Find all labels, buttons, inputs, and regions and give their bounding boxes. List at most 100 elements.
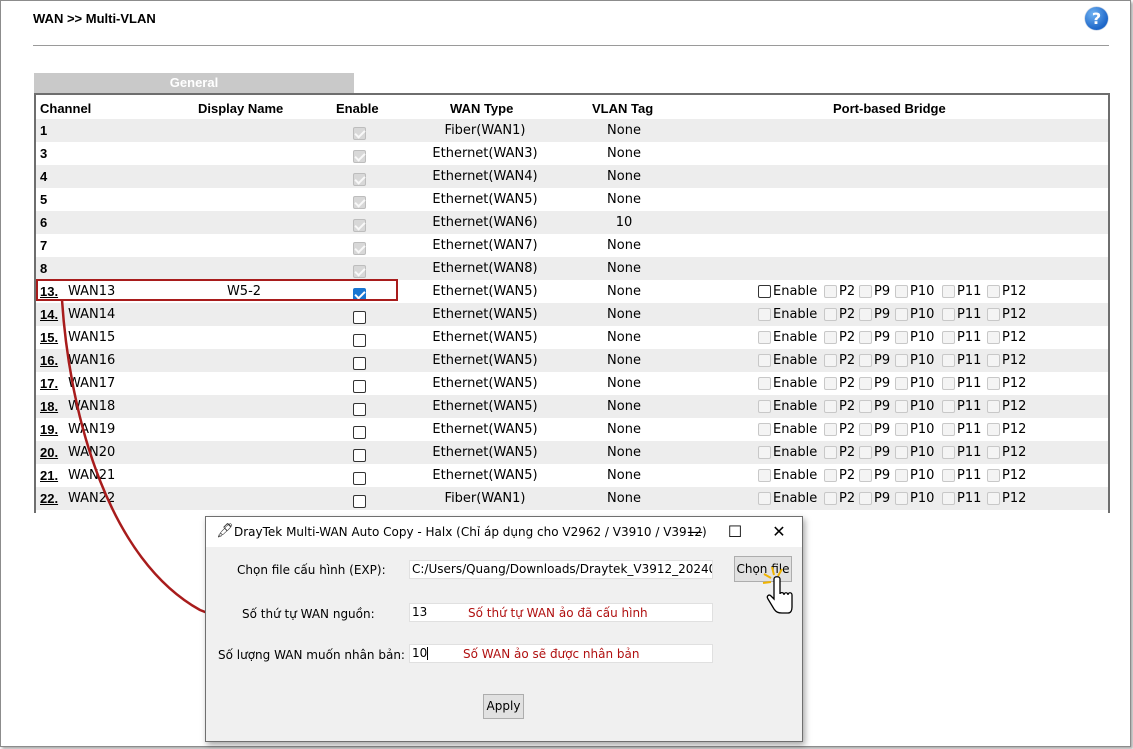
minimize-icon[interactable]: — — [680, 521, 710, 543]
vlan-tag-cell: None — [607, 146, 641, 161]
bridge-option-p12: P12 — [987, 446, 1026, 460]
apply-button[interactable]: Apply — [483, 694, 524, 719]
enable-checkbox[interactable] — [353, 311, 366, 324]
channel-cell[interactable]: 18. — [40, 395, 58, 418]
close-icon[interactable]: ✕ — [764, 521, 794, 543]
channel-cell[interactable]: 14. — [40, 303, 58, 326]
copy-count-value: 10 — [412, 646, 428, 660]
dialog-titlebar[interactable]: 🖋 DrayTek Multi-WAN Auto Copy - Halx (Ch… — [206, 517, 802, 547]
bridge-label: Enable — [773, 353, 818, 368]
channel-cell[interactable]: 19. — [40, 418, 58, 441]
channel-cell[interactable]: 16. — [40, 349, 58, 372]
bridge-checkbox-enable — [758, 331, 771, 344]
bridge-option-p9: P9 — [859, 331, 890, 345]
enable-checkbox[interactable] — [353, 495, 366, 508]
enable-cell — [353, 377, 367, 393]
copy-count-label: Số lượng WAN muốn nhân bản: — [218, 648, 405, 662]
display-name-cell — [224, 326, 264, 349]
bridge-option-p11: P11 — [942, 423, 981, 437]
bridge-checkbox-p12 — [987, 285, 1000, 298]
enable-checkbox[interactable] — [353, 449, 366, 462]
bridge-label: P10 — [910, 445, 935, 460]
wan-type-cell: Ethernet(WAN6) — [432, 215, 538, 230]
table-row: 6 Ethernet(WAN6) 10 — [36, 211, 1108, 234]
vlan-tag-cell: None — [607, 445, 641, 460]
bridge-label: Enable — [773, 468, 818, 483]
bridge-option-p9: P9 — [859, 492, 890, 506]
bridge-option-p10: P10 — [895, 469, 934, 483]
bridge-option-p9: P9 — [859, 469, 890, 483]
page-title: WAN >> Multi-VLAN — [33, 11, 156, 26]
wan-name-cell: WAN16 — [68, 353, 116, 368]
bridge-label: Enable — [773, 330, 818, 345]
wan-type-cell: Ethernet(WAN4) — [432, 169, 538, 184]
header-enable: Enable — [336, 101, 379, 116]
bridge-label: Enable — [773, 284, 818, 299]
channel-cell[interactable]: 15. — [40, 326, 58, 349]
bridge-option-enable: Enable — [758, 492, 817, 506]
display-name-cell — [224, 303, 264, 326]
bridge-option-p9: P9 — [859, 308, 890, 322]
bridge-option-p2: P2 — [824, 308, 855, 322]
bridge-option-p2: P2 — [824, 469, 855, 483]
bridge-checkbox-p2 — [824, 285, 837, 298]
enable-checkbox[interactable] — [353, 334, 366, 347]
bridge-checkbox-enable — [758, 377, 771, 390]
wan-name-cell: WAN19 — [68, 422, 116, 437]
bridge-option-p10: P10 — [895, 377, 934, 391]
file-label: Chọn file cấu hình (EXP): — [237, 563, 386, 577]
table-row: 15. WAN15 Ethernet(WAN5) None Enable P2 P9 P10 P… — [36, 326, 1108, 349]
bridge-option-p2: P2 — [824, 423, 855, 437]
bridge-option-enable: Enable — [758, 354, 817, 368]
enable-checkbox[interactable] — [353, 472, 366, 485]
channel-cell[interactable]: 17. — [40, 372, 58, 395]
enable-checkbox[interactable] — [353, 426, 366, 439]
bridge-checkbox-p9 — [859, 400, 872, 413]
tab-general[interactable]: General — [34, 73, 354, 93]
wan-type-cell: Ethernet(WAN5) — [432, 192, 538, 207]
wan-type-cell: Ethernet(WAN5) — [432, 422, 538, 437]
bridge-label: P11 — [957, 284, 982, 299]
file-path-input[interactable]: C:/Users/Quang/Downloads/Draytek_V3912_2… — [409, 560, 713, 579]
bridge-checkbox-p11 — [942, 446, 955, 459]
enable-checkbox — [353, 150, 366, 163]
channel-cell[interactable]: 22. — [40, 487, 58, 510]
bridge-label: Enable — [773, 399, 818, 414]
enable-cell — [353, 354, 367, 370]
bridge-checkbox-p2 — [824, 423, 837, 436]
title-divider — [33, 45, 1109, 46]
header-wan-type: WAN Type — [450, 101, 514, 116]
help-icon[interactable]: ? — [1085, 7, 1108, 30]
table-row: 16. WAN16 Ethernet(WAN5) None Enable P2 P9 P10 P… — [36, 349, 1108, 372]
bridge-option-p10: P10 — [895, 492, 934, 506]
table-row: 7 Ethernet(WAN7) None — [36, 234, 1108, 257]
bridge-checkbox-p9 — [859, 308, 872, 321]
enable-checkbox[interactable] — [353, 380, 366, 393]
bridge-checkbox-enable[interactable] — [758, 285, 771, 298]
bridge-option-p2: P2 — [824, 354, 855, 368]
bridge-option-p12: P12 — [987, 354, 1026, 368]
wan-type-cell: Fiber(WAN1) — [444, 491, 526, 506]
wan-type-cell: Ethernet(WAN5) — [432, 399, 538, 414]
header-display-name: Display Name — [198, 101, 284, 116]
highlight-wan13-row — [36, 279, 398, 301]
bridge-option-p12: P12 — [987, 492, 1026, 506]
display-name-cell — [224, 142, 264, 165]
bridge-label: P9 — [874, 468, 891, 483]
table-row: 17. WAN17 Ethernet(WAN5) None Enable P2 P9 P10 P… — [36, 372, 1108, 395]
enable-cell — [353, 262, 367, 278]
channel-cell[interactable]: 20. — [40, 441, 58, 464]
wan-name-cell: WAN20 — [68, 445, 116, 460]
bridge-option-p10: P10 — [895, 446, 934, 460]
enable-checkbox[interactable] — [353, 403, 366, 416]
table-row: 20. WAN20 Ethernet(WAN5) None Enable P2 P9 P10 P… — [36, 441, 1108, 464]
enable-checkbox[interactable] — [353, 357, 366, 370]
channel-cell[interactable]: 21. — [40, 464, 58, 487]
bridge-label: P9 — [874, 353, 891, 368]
enable-cell — [353, 331, 367, 347]
bridge-option-p11: P11 — [942, 469, 981, 483]
bridge-checkbox-p9 — [859, 446, 872, 459]
maximize-icon[interactable]: ☐ — [720, 521, 750, 543]
bridge-label: P11 — [957, 445, 982, 460]
bridge-label: Enable — [773, 491, 818, 506]
